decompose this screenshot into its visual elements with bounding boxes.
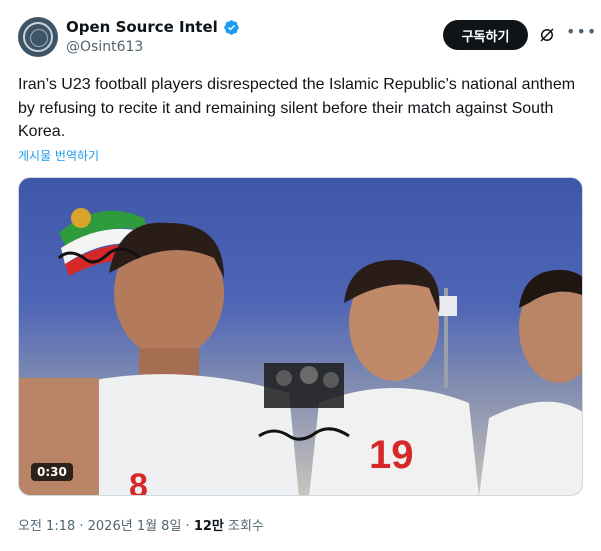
player-right	[479, 269, 582, 495]
video-duration-badge: 0:30	[31, 463, 73, 481]
more-icon[interactable]: •••	[566, 24, 596, 43]
tweet-timestamp[interactable]: 오전 1:18 · 2026년 1월 8일 ·	[18, 519, 194, 534]
verified-badge-icon	[224, 19, 239, 35]
stadium-light	[437, 296, 457, 316]
tweet-meta: 오전 1:18 · 2026년 1월 8일 · 12만 조회수	[18, 515, 264, 534]
subscribe-button[interactable]: 구독하기	[443, 20, 528, 50]
video-player[interactable]: 19 8	[18, 177, 583, 496]
views-label: 조회수	[223, 519, 264, 534]
views-count: 12만	[193, 519, 224, 534]
portrait-watermark	[264, 363, 344, 408]
jersey-number: 19	[369, 433, 414, 477]
tweet-text: Iran’s U23 football players disrespected…	[18, 76, 576, 140]
translate-link[interactable]: 게시물 번역하기	[18, 147, 99, 164]
avatar[interactable]	[18, 17, 58, 57]
video-frame: 19 8	[19, 208, 582, 496]
author-handle[interactable]: @Osint613	[66, 39, 143, 55]
avatar-inner	[30, 29, 48, 47]
player-left	[19, 222, 299, 495]
grok-icon[interactable]	[538, 26, 556, 44]
jersey-number-left: 8	[129, 467, 148, 496]
author-name[interactable]: Open Source Intel	[66, 18, 218, 36]
author-name-row: Open Source Intel	[66, 18, 240, 36]
